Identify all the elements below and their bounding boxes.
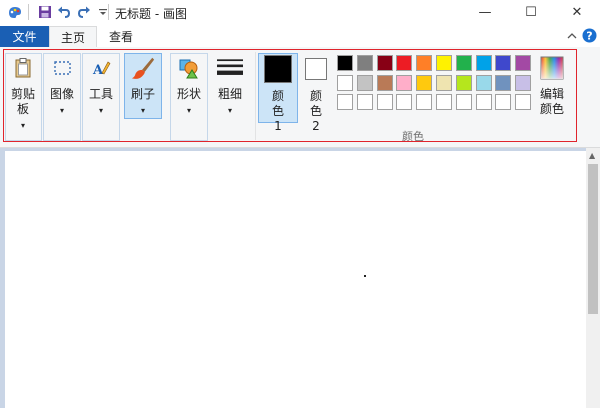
color2-button[interactable]: 颜色 2 bbox=[298, 55, 334, 134]
color1-swatch bbox=[264, 55, 292, 83]
tab-home[interactable]: 主页 bbox=[49, 26, 97, 48]
svg-text:A: A bbox=[92, 63, 104, 78]
paint-app-icon[interactable] bbox=[6, 3, 24, 21]
clipboard-button[interactable]: 剪贴板 ▾ bbox=[6, 55, 40, 133]
palette-swatch[interactable] bbox=[475, 94, 492, 110]
palette-swatch[interactable] bbox=[337, 55, 353, 71]
pencil-text-icon: A bbox=[88, 55, 114, 81]
canvas-dot bbox=[364, 275, 366, 277]
minimize-button[interactable]: — bbox=[462, 0, 508, 24]
image-label: 图像 ▾ bbox=[49, 87, 74, 115]
ribbon-tab-bar: 文件 主页 查看 ? bbox=[0, 26, 600, 48]
edit-colors-button[interactable]: 编辑颜色 bbox=[533, 55, 571, 117]
customize-quick-access-icon[interactable] bbox=[94, 3, 112, 21]
color2-label: 颜色 2 bbox=[309, 89, 322, 133]
brush-icon bbox=[130, 55, 156, 81]
image-button[interactable]: 图像 ▾ bbox=[45, 55, 79, 118]
line-width-icon bbox=[217, 55, 243, 81]
palette-swatch[interactable] bbox=[495, 94, 512, 110]
tools-button[interactable]: A 工具 ▾ bbox=[84, 55, 118, 118]
palette-swatch[interactable] bbox=[515, 55, 532, 71]
redo-icon[interactable] bbox=[75, 3, 93, 21]
scrollbar-thumb[interactable] bbox=[588, 164, 598, 314]
scroll-up-icon[interactable]: ▲ bbox=[589, 151, 595, 160]
svg-text:?: ? bbox=[586, 30, 592, 43]
select-icon bbox=[49, 55, 75, 81]
palette-swatch[interactable] bbox=[436, 55, 452, 71]
shapes-button[interactable]: 形状 ▾ bbox=[172, 55, 206, 118]
size-label: 粗细 ▾ bbox=[217, 87, 242, 115]
palette-swatch[interactable] bbox=[337, 74, 353, 91]
palette-swatch[interactable] bbox=[515, 74, 532, 91]
palette-swatch[interactable] bbox=[416, 74, 433, 91]
palette-swatch[interactable] bbox=[356, 94, 373, 110]
palette-swatch[interactable] bbox=[436, 94, 452, 110]
separator bbox=[28, 4, 29, 20]
tools-label: 工具 ▾ bbox=[88, 87, 113, 115]
drawing-canvas[interactable] bbox=[5, 151, 586, 408]
palette-swatch[interactable] bbox=[376, 55, 393, 71]
palette-swatch[interactable] bbox=[475, 55, 492, 71]
undo-icon[interactable] bbox=[55, 3, 73, 21]
save-icon[interactable] bbox=[36, 3, 54, 21]
palette-swatch[interactable] bbox=[495, 55, 512, 71]
palette-swatch[interactable] bbox=[396, 94, 413, 110]
colors-group-label: 颜色 bbox=[402, 130, 424, 143]
color-wheel-icon bbox=[539, 55, 565, 81]
clipboard-icon bbox=[10, 55, 36, 81]
palette-swatch[interactable] bbox=[396, 74, 413, 91]
palette-swatch[interactable] bbox=[475, 74, 492, 91]
brushes-label: 刷子 ▾ bbox=[130, 87, 155, 115]
palette-swatch[interactable] bbox=[455, 94, 472, 110]
palette-swatch[interactable] bbox=[416, 55, 433, 71]
shapes-icon bbox=[176, 55, 202, 81]
separator bbox=[255, 52, 256, 140]
brushes-button[interactable]: 刷子 ▾ bbox=[125, 55, 161, 118]
palette-swatch[interactable] bbox=[515, 94, 532, 110]
palette-swatch[interactable] bbox=[356, 74, 373, 91]
help-icon[interactable]: ? bbox=[582, 28, 597, 46]
palette-swatch[interactable] bbox=[455, 55, 472, 71]
close-button[interactable]: ✕ bbox=[554, 0, 600, 24]
palette-swatch[interactable] bbox=[337, 94, 353, 110]
palette-swatch[interactable] bbox=[416, 94, 433, 110]
palette-swatch[interactable] bbox=[436, 74, 452, 91]
maximize-button[interactable]: ☐ bbox=[508, 0, 554, 24]
palette-swatch[interactable] bbox=[455, 74, 472, 91]
tab-view[interactable]: 查看 bbox=[98, 26, 144, 47]
color1-button[interactable]: 颜色 1 bbox=[260, 55, 296, 134]
palette-swatch[interactable] bbox=[396, 55, 413, 71]
palette-swatch[interactable] bbox=[376, 74, 393, 91]
collapse-ribbon-icon[interactable] bbox=[566, 30, 578, 45]
clipboard-label: 剪贴板 ▾ bbox=[10, 87, 35, 130]
window-title: 无标题 - 画图 bbox=[115, 7, 187, 21]
edit-colors-label: 编辑颜色 bbox=[539, 87, 564, 116]
shapes-label: 形状 ▾ bbox=[176, 87, 201, 115]
palette-swatch[interactable] bbox=[356, 55, 373, 71]
color2-swatch bbox=[305, 58, 327, 80]
size-button[interactable]: 粗细 ▾ bbox=[212, 55, 248, 118]
title-bar: 无标题 - 画图 — ☐ ✕ bbox=[0, 0, 600, 26]
tab-file[interactable]: 文件 bbox=[0, 26, 49, 47]
palette-swatch[interactable] bbox=[376, 94, 393, 110]
separator bbox=[108, 4, 109, 20]
palette-swatch[interactable] bbox=[495, 74, 512, 91]
color1-label: 颜色 1 bbox=[271, 89, 284, 133]
